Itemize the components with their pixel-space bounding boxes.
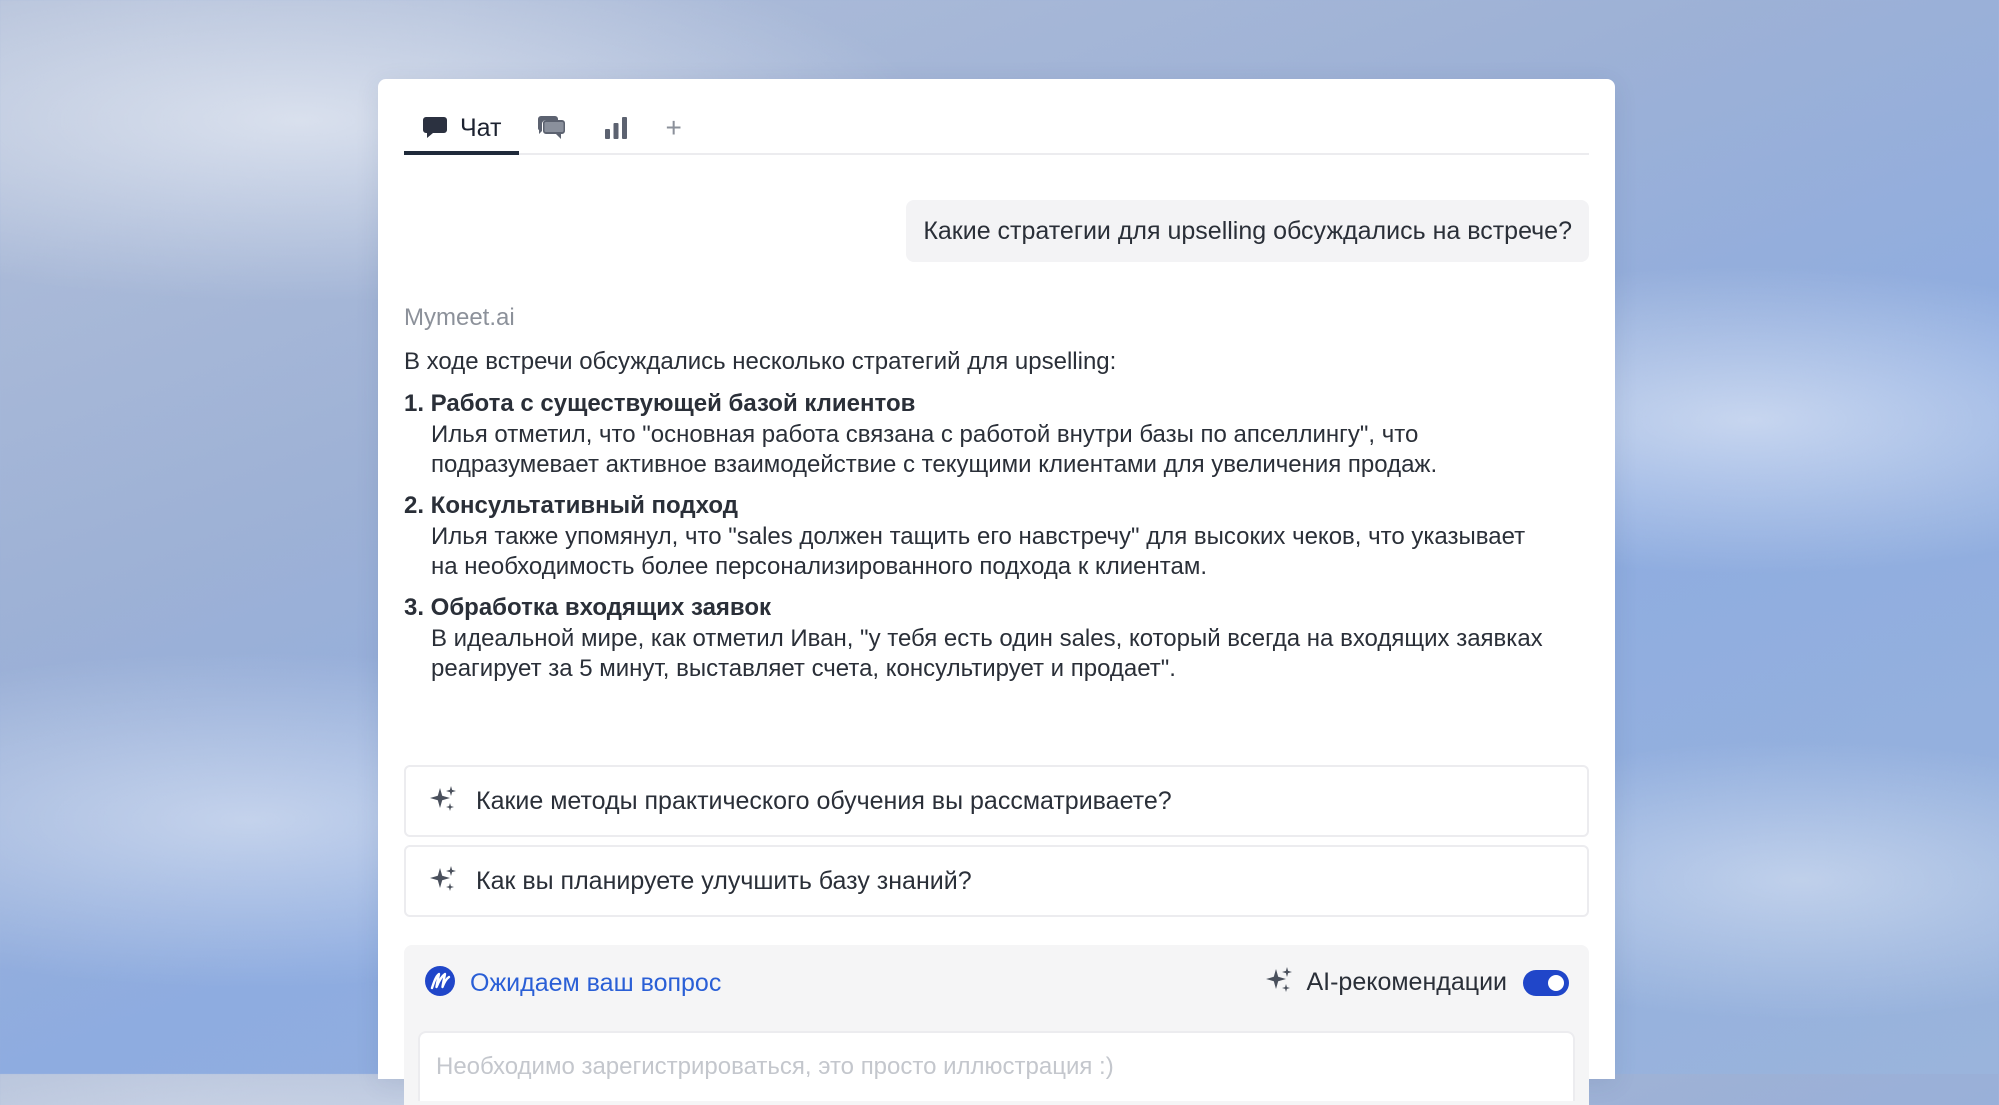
toggle-knob [1548, 974, 1564, 991]
suggestion-text: Какие методы практического обучения вы р… [476, 786, 1172, 815]
sparkle-icon [428, 864, 458, 899]
plus-icon: + [665, 112, 682, 143]
assistant-message: В ходе встречи обсуждались несколько стр… [404, 347, 1544, 695]
tab-chat[interactable]: Чат [404, 105, 520, 155]
answer-item-body: Илья также упомянул, что "sales должен т… [431, 523, 1526, 580]
tab-bar: Чат + [404, 105, 1589, 155]
sparkle-icon [428, 784, 458, 819]
bar-chart-icon [603, 116, 629, 140]
tab-chat-label: Чат [460, 113, 502, 142]
input-panel: Ожидаем ваш вопрос AI-рекомендации [404, 945, 1589, 1105]
answer-intro: В ходе встречи обсуждались несколько стр… [404, 348, 1117, 375]
status-text: Ожидаем ваш вопрос [470, 969, 722, 997]
chat-card: Чат + Какие стратегии для upselling обсу… [378, 79, 1615, 1105]
answer-item-body: Илья отметил, что "основная работа связа… [431, 421, 1438, 478]
answer-item-title: 3. Обработка входящих заявок [404, 594, 772, 621]
tab-discussions[interactable] [519, 105, 585, 151]
ai-recommendations-toggle[interactable] [1523, 969, 1569, 996]
assistant-name: Mymeet.ai [404, 304, 515, 331]
chat-bubbles-icon [537, 115, 567, 141]
answer-item-title: 2. Консультативный подход [404, 492, 738, 519]
ai-recommendations: AI-рекомендации [1264, 965, 1569, 1000]
sparkle-icon [1264, 965, 1294, 1000]
suggestion-text: Как вы планируете улучшить базу знаний? [476, 866, 972, 895]
ai-recommendations-label: AI-рекомендации [1306, 968, 1507, 996]
suggestion-chip[interactable]: Какие методы практического обучения вы р… [404, 765, 1589, 837]
question-input[interactable] [418, 1031, 1575, 1101]
status-indicator: Ожидаем ваш вопрос [424, 965, 721, 1002]
tab-add[interactable]: + [647, 105, 699, 151]
mymeet-logo-icon [424, 965, 456, 1002]
tab-analytics[interactable] [585, 105, 647, 151]
user-message: Какие стратегии для upselling обсуждалис… [906, 200, 1589, 262]
chat-bubble-icon [422, 116, 448, 140]
user-message-text: Какие стратегии для upselling обсуждалис… [923, 216, 1572, 245]
answer-item-body: В идеальной мире, как отметил Иван, "у т… [431, 625, 1543, 682]
suggestion-chip[interactable]: Как вы планируете улучшить базу знаний? [404, 845, 1589, 917]
answer-item-title: 1. Работа с существующей базой клиентов [404, 390, 916, 417]
